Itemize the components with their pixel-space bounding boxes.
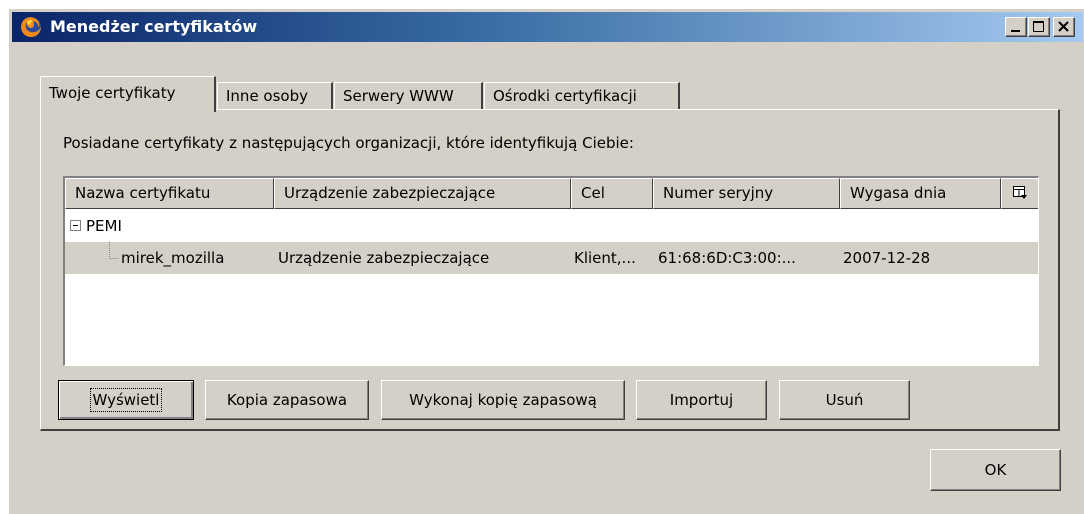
minimize-icon xyxy=(1011,30,1020,32)
column-header-serial[interactable]: Numer seryjny xyxy=(653,178,840,209)
column-picker-icon xyxy=(1013,186,1027,199)
cell-certificate-name: mirek_mozilla xyxy=(121,249,225,267)
column-header-purpose[interactable]: Cel xyxy=(571,178,653,209)
window-title: Menedżer certyfikatów xyxy=(50,17,258,36)
certificate-tree[interactable]: Nazwa certyfikatu Urządzenie zabezpiecza… xyxy=(63,176,1039,366)
tree-header: Nazwa certyfikatu Urządzenie zabezpiecza… xyxy=(65,178,1038,210)
firefox-icon xyxy=(21,17,41,37)
title-bar[interactable]: Menedżer certyfikatów xyxy=(12,12,1083,42)
tab-panel: Posiadane certyfikaty z następujących or… xyxy=(40,109,1060,431)
column-header-device[interactable]: Urządzenie zabezpieczające xyxy=(274,178,571,209)
tree-group-row[interactable]: PEMI xyxy=(65,210,1038,242)
tab-your-certificates[interactable]: Twoje certyfikaty xyxy=(40,76,216,112)
tab-label: Twoje certyfikaty xyxy=(49,84,176,102)
cell-expires: 2007-12-28 xyxy=(843,249,931,267)
tab-web-servers[interactable]: Serwery WWW xyxy=(334,82,483,110)
collapse-twisty-icon[interactable] xyxy=(70,220,81,231)
group-name: PEMI xyxy=(86,217,122,235)
cell-serial-number: 61:68:6D:C3:00:... xyxy=(658,249,796,267)
tab-certificate-authorities[interactable]: Ośrodki certyfikacji xyxy=(484,82,680,110)
tab-label: Ośrodki certyfikacji xyxy=(493,87,637,105)
column-header-name[interactable]: Nazwa certyfikatu xyxy=(65,178,274,209)
tab-label: Serwery WWW xyxy=(343,87,454,105)
maximize-icon xyxy=(1033,21,1044,32)
cell-purpose: Klient,... xyxy=(574,249,636,267)
close-button[interactable] xyxy=(1053,17,1075,37)
minimize-button[interactable] xyxy=(1005,17,1027,37)
column-header-expires[interactable]: Wygasa dnia xyxy=(840,178,1001,209)
tab-other-people[interactable]: Inne osoby xyxy=(217,82,333,110)
tab-label: Inne osoby xyxy=(226,87,309,105)
ok-button[interactable]: OK xyxy=(930,449,1061,491)
table-row[interactable]: mirek_mozilla Urządzenie zabezpieczające… xyxy=(65,242,1038,274)
ok-button-label: OK xyxy=(984,461,1007,479)
column-picker-button[interactable] xyxy=(1001,178,1038,209)
close-icon xyxy=(1058,21,1069,32)
certificate-manager-window: Menedżer certyfikatów Twoje certyfikaty … xyxy=(9,9,1084,514)
panel-description: Posiadane certyfikaty z następujących or… xyxy=(63,134,634,152)
cell-security-device: Urządzenie zabezpieczające xyxy=(278,249,490,267)
tree-line-icon xyxy=(109,242,119,259)
maximize-button[interactable] xyxy=(1028,17,1050,37)
